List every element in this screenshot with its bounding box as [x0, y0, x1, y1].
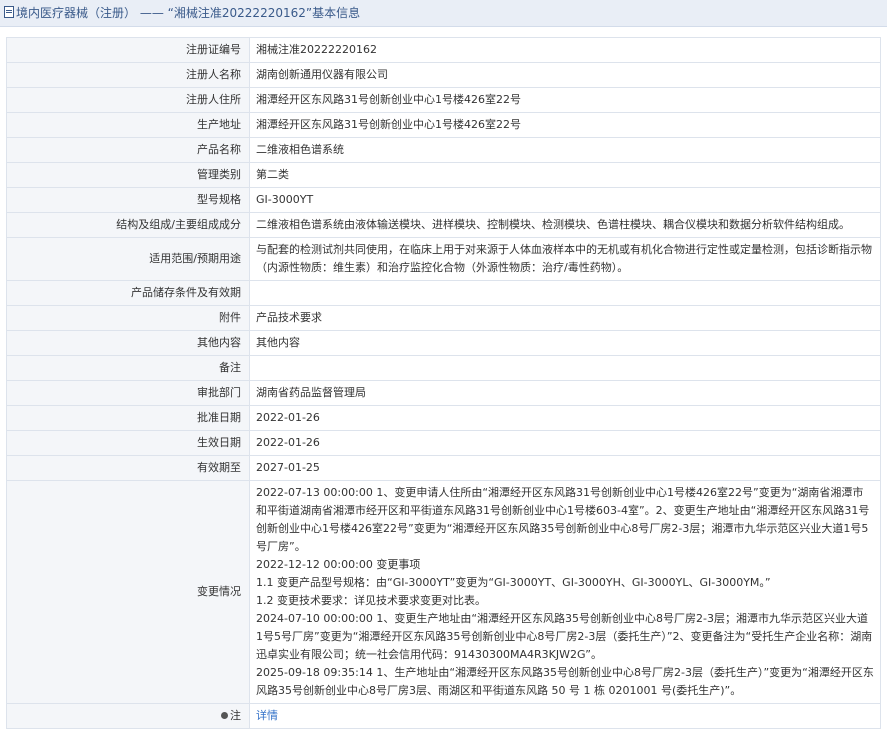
header-title: 境内医疗器械（注册）	[16, 6, 137, 20]
row-label: 其他内容	[6, 330, 250, 356]
row-label: 附件	[6, 305, 250, 331]
change-entry: 2024-07-10 00:00:00 1、变更生产地址由“湘潭经开区东风路35…	[256, 612, 873, 661]
row-label: 变更情况	[6, 480, 250, 704]
header-dash: ——	[139, 6, 164, 20]
table-row-product-name: 产品名称 二维液相色谱系统	[6, 137, 881, 163]
row-value: 湘械注准20222220162	[249, 37, 881, 63]
change-entry: 2022-07-13 00:00:00 1、变更申请人住所由“湘潭经开区东风路3…	[256, 486, 870, 553]
table-row-approval-dept: 审批部门 湖南省药品监督管理局	[6, 380, 881, 406]
row-label: 型号规格	[6, 187, 250, 213]
table-row-attachment: 附件 产品技术要求	[6, 305, 881, 331]
details-link[interactable]: 详情	[256, 709, 278, 722]
document-icon	[4, 6, 14, 18]
row-value: 与配套的检测试剂共同使用，在临床上用于对来源于人体血液样本中的无机或有机化合物进…	[249, 237, 881, 281]
table-row-other: 其他内容 其他内容	[6, 330, 881, 356]
table-row-production-address: 生产地址 湘潭经开区东风路31号创新创业中心1号楼426室22号	[6, 112, 881, 138]
row-value: 其他内容	[249, 330, 881, 356]
table-row-registrant-address: 注册人住所 湘潭经开区东风路31号创新创业中心1号楼426室22号	[6, 87, 881, 113]
row-value: 湘潭经开区东风路31号创新创业中心1号楼426室22号	[249, 112, 881, 138]
row-label: 注册证编号	[6, 37, 250, 63]
row-value: 湖南省药品监督管理局	[249, 380, 881, 406]
row-value: 2022-01-26	[249, 430, 881, 456]
row-label: 注册人名称	[6, 62, 250, 88]
table-row-remarks: 备注	[6, 355, 881, 381]
row-value: GI-3000YT	[249, 187, 881, 213]
row-label: 生效日期	[6, 430, 250, 456]
note-label: 注	[230, 709, 241, 722]
row-value: 湖南创新通用仪器有限公司	[249, 62, 881, 88]
row-value: 第二类	[249, 162, 881, 188]
row-value: 2022-01-26	[249, 405, 881, 431]
change-entry: 1.1 变更产品型号规格：由“GI-3000YT”变更为“GI-3000YT、G…	[256, 576, 771, 589]
table-row-structure: 结构及组成/主要组成成分 二维液相色谱系统由液体输送模块、进样模块、控制模块、检…	[6, 212, 881, 238]
table-row-changes: 变更情况 2022-07-13 00:00:00 1、变更申请人住所由“湘潭经开…	[6, 480, 881, 704]
row-label: 管理类别	[6, 162, 250, 188]
row-label: 批准日期	[6, 405, 250, 431]
page-header: 境内医疗器械（注册） —— “湘械注准20222220162”基本信息	[0, 0, 887, 27]
row-label: 审批部门	[6, 380, 250, 406]
row-value: 详情	[249, 703, 881, 729]
row-label: 注	[6, 703, 250, 729]
table-row-registrant-name: 注册人名称 湖南创新通用仪器有限公司	[6, 62, 881, 88]
header-subtitle: “湘械注准20222220162”基本信息	[167, 6, 361, 20]
change-entry: 2022-12-12 00:00:00 变更事项	[256, 558, 421, 571]
table-row-effective-date: 生效日期 2022-01-26	[6, 430, 881, 456]
table-row-intended-use: 适用范围/预期用途 与配套的检测试剂共同使用，在临床上用于对来源于人体血液样本中…	[6, 237, 881, 281]
change-entry: 1.2 变更技术要求：详见技术要求变更对比表。	[256, 594, 486, 607]
table-row-expiry-date: 有效期至 2027-01-25	[6, 455, 881, 481]
table-row-note: 注 详情	[6, 703, 881, 729]
info-table: 注册证编号 湘械注准20222220162 注册人名称 湖南创新通用仪器有限公司…	[6, 37, 881, 729]
row-value: 二维液相色谱系统	[249, 137, 881, 163]
row-label: 备注	[6, 355, 250, 381]
info-wrapper: 注册证编号 湘械注准20222220162 注册人名称 湖南创新通用仪器有限公司…	[0, 27, 887, 729]
row-value: 湘潭经开区东风路31号创新创业中心1号楼426室22号	[249, 87, 881, 113]
table-row-model: 型号规格 GI-3000YT	[6, 187, 881, 213]
row-label: 产品名称	[6, 137, 250, 163]
table-row-reg-no: 注册证编号 湘械注准20222220162	[6, 37, 881, 63]
row-label: 适用范围/预期用途	[6, 237, 250, 281]
info-table-body: 注册证编号 湘械注准20222220162 注册人名称 湖南创新通用仪器有限公司…	[6, 37, 881, 729]
row-label: 注册人住所	[6, 87, 250, 113]
change-entry: 2025-09-18 09:35:14 1、生产地址由“湘潭经开区东风路35号创…	[256, 666, 874, 697]
changes-value: 2022-07-13 00:00:00 1、变更申请人住所由“湘潭经开区东风路3…	[249, 480, 881, 704]
row-label: 产品储存条件及有效期	[6, 280, 250, 306]
row-label: 结构及组成/主要组成成分	[6, 212, 250, 238]
table-row-approval-date: 批准日期 2022-01-26	[6, 405, 881, 431]
row-value	[249, 280, 881, 306]
row-label: 有效期至	[6, 455, 250, 481]
row-value: 2027-01-25	[249, 455, 881, 481]
table-row-storage: 产品储存条件及有效期	[6, 280, 881, 306]
table-row-category: 管理类别 第二类	[6, 162, 881, 188]
row-value: 产品技术要求	[249, 305, 881, 331]
info-icon	[221, 712, 228, 719]
row-label: 生产地址	[6, 112, 250, 138]
row-value	[249, 355, 881, 381]
row-value: 二维液相色谱系统由液体输送模块、进样模块、控制模块、检测模块、色谱柱模块、耦合仪…	[249, 212, 881, 238]
